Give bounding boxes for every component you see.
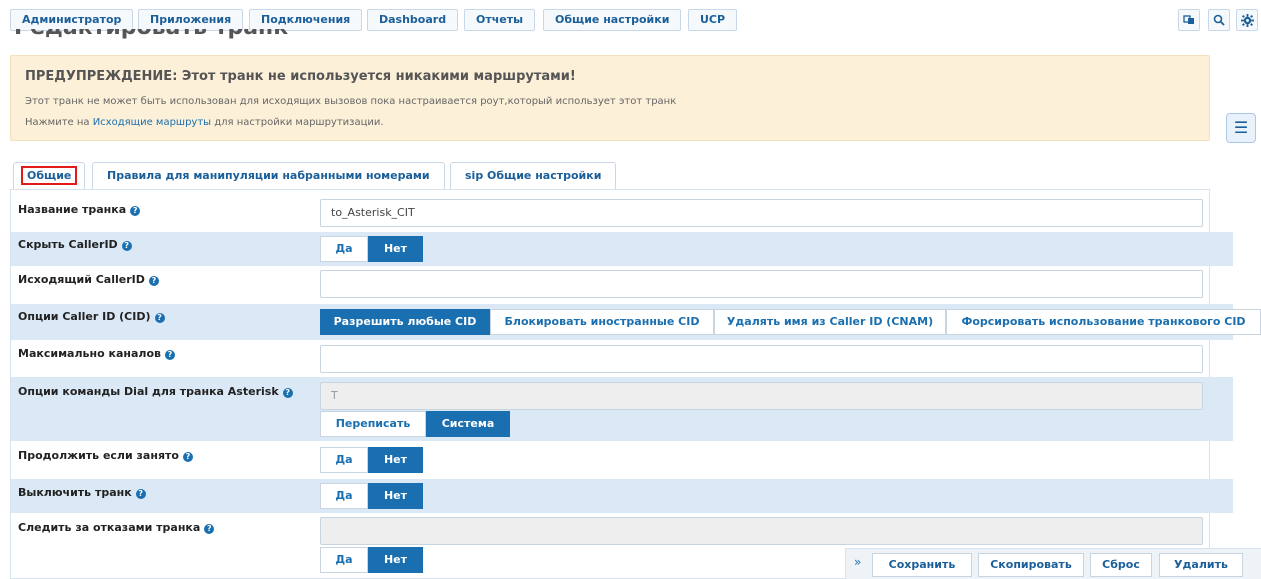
page-title: Редактировать транк	[14, 29, 288, 40]
dial-options-system[interactable]: Система	[426, 411, 510, 437]
help-icon[interactable]: ?	[182, 452, 193, 462]
disable-trunk-label-text: Выключить транк	[18, 486, 132, 499]
outbound-callerid-label: Исходящий CallerID?	[18, 273, 159, 286]
warning-hint: Нажмите на Исходящие маршруты для настро…	[25, 117, 384, 128]
disable-trunk-yes[interactable]: Да	[320, 483, 368, 509]
warning-hint-suffix: для настройки маршрутизации.	[211, 117, 384, 128]
save-button[interactable]: Сохранить	[872, 553, 972, 577]
language-icon[interactable]	[1178, 9, 1200, 31]
nav-applications[interactable]: Приложения	[138, 9, 244, 31]
disable-trunk-no[interactable]: Нет	[368, 483, 423, 509]
cid-remove-cnam[interactable]: Удалять имя из Caller ID (CNAM)	[714, 309, 946, 335]
page-title-area: Редактировать транк	[0, 29, 600, 47]
hide-callerid-label: Скрыть CallerID?	[18, 238, 132, 251]
collapse-chevron-icon[interactable]: »	[854, 555, 861, 569]
row-hide-callerid: Скрыть CallerID?	[11, 232, 1233, 266]
duplicate-button[interactable]: Скопировать	[978, 553, 1084, 577]
list-icon[interactable]: ☰	[1226, 113, 1256, 143]
help-icon[interactable]: ?	[148, 276, 159, 286]
hide-callerid-no[interactable]: Нет	[368, 236, 423, 262]
tab-dialed-number-rules[interactable]: Правила для манипуляции набранными номер…	[92, 162, 445, 190]
continue-busy-no[interactable]: Нет	[368, 447, 423, 473]
help-icon[interactable]: ?	[164, 350, 175, 360]
reset-button[interactable]: Сброс	[1090, 553, 1152, 577]
continue-busy-label: Продолжить если занято?	[18, 449, 193, 462]
outbound-callerid-label-text: Исходящий CallerID	[18, 273, 145, 286]
dial-options-label: Опции команды Dial для транка Asterisk?	[18, 385, 293, 398]
row-disable-trunk: Выключить транк?	[11, 479, 1233, 513]
nav-reports[interactable]: Отчеты	[464, 9, 536, 31]
nav-settings[interactable]: Общие настройки	[543, 9, 682, 31]
max-channels-label: Максимально каналов?	[18, 347, 175, 360]
warning-alert: ПРЕДУПРЕЖДЕНИЕ: Этот транк не использует…	[10, 55, 1210, 141]
monitor-failures-yes[interactable]: Да	[320, 547, 368, 573]
outbound-routes-link[interactable]: Исходящие маршруты	[93, 117, 211, 128]
trunk-name-label: Название транка?	[18, 203, 141, 216]
max-channels-input[interactable]	[320, 345, 1203, 373]
cid-block-foreign[interactable]: Блокировать иностранные CID	[490, 309, 714, 335]
nav-connectivity[interactable]: Подключения	[249, 9, 363, 31]
continue-busy-yes[interactable]: Да	[320, 447, 368, 473]
help-icon[interactable]: ?	[204, 524, 215, 534]
hide-callerid-label-text: Скрыть CallerID	[18, 238, 118, 251]
cid-force-trunk[interactable]: Форсировать использование транкового CID	[946, 309, 1261, 335]
trunk-name-label-text: Название транка	[18, 203, 127, 216]
cid-options-label: Опции Caller ID (CID)?	[18, 310, 165, 323]
trunk-name-input[interactable]: to_Asterisk_CIT	[320, 199, 1203, 227]
cid-allow-any[interactable]: Разрешить любые CID	[320, 309, 490, 335]
warning-title: ПРЕДУПРЕЖДЕНИЕ: Этот транк не использует…	[25, 69, 576, 84]
help-icon[interactable]: ?	[282, 388, 293, 398]
hide-callerid-yes[interactable]: Да	[320, 236, 368, 262]
warning-hint-prefix: Нажмите на	[25, 117, 93, 128]
nav-admin[interactable]: Администратор	[10, 9, 134, 31]
action-bar: » Сохранить Скопировать Сброс Удалить	[845, 548, 1261, 579]
dial-options-label-text: Опции команды Dial для транка Asterisk	[18, 385, 279, 398]
gear-icon[interactable]	[1236, 9, 1258, 31]
monitor-failures-no[interactable]: Нет	[368, 547, 423, 573]
delete-button[interactable]: Удалить	[1159, 553, 1243, 577]
outbound-callerid-input[interactable]	[320, 270, 1203, 298]
nav-ucp[interactable]: UCP	[688, 9, 738, 31]
cid-options-label-text: Опции Caller ID (CID)	[18, 310, 151, 323]
monitor-failures-input[interactable]	[320, 517, 1203, 545]
dial-options-override[interactable]: Переписать	[320, 411, 426, 437]
warning-text: Этот транк не может быть использован для…	[25, 96, 677, 107]
help-icon[interactable]: ?	[121, 241, 132, 251]
dial-options-input[interactable]: T	[320, 382, 1203, 410]
help-icon[interactable]: ?	[135, 489, 146, 499]
tab-sip-settings[interactable]: sip Общие настройки	[450, 162, 617, 190]
tab-general-label: Общие	[21, 166, 78, 185]
continue-busy-label-text: Продолжить если занято	[18, 449, 179, 462]
row-continue-busy: Продолжить если занято?	[11, 441, 1233, 479]
monitor-failures-label: Следить за отказами транка?	[18, 521, 215, 534]
monitor-failures-label-text: Следить за отказами транка	[18, 521, 201, 534]
help-icon[interactable]: ?	[154, 313, 165, 323]
nav-dashboard[interactable]: Dashboard	[367, 9, 459, 31]
search-icon[interactable]	[1208, 9, 1230, 31]
disable-trunk-label: Выключить транк?	[18, 486, 146, 499]
help-icon[interactable]: ?	[130, 206, 141, 216]
max-channels-label-text: Максимально каналов	[18, 347, 161, 360]
tab-general[interactable]: Общие	[13, 162, 86, 190]
